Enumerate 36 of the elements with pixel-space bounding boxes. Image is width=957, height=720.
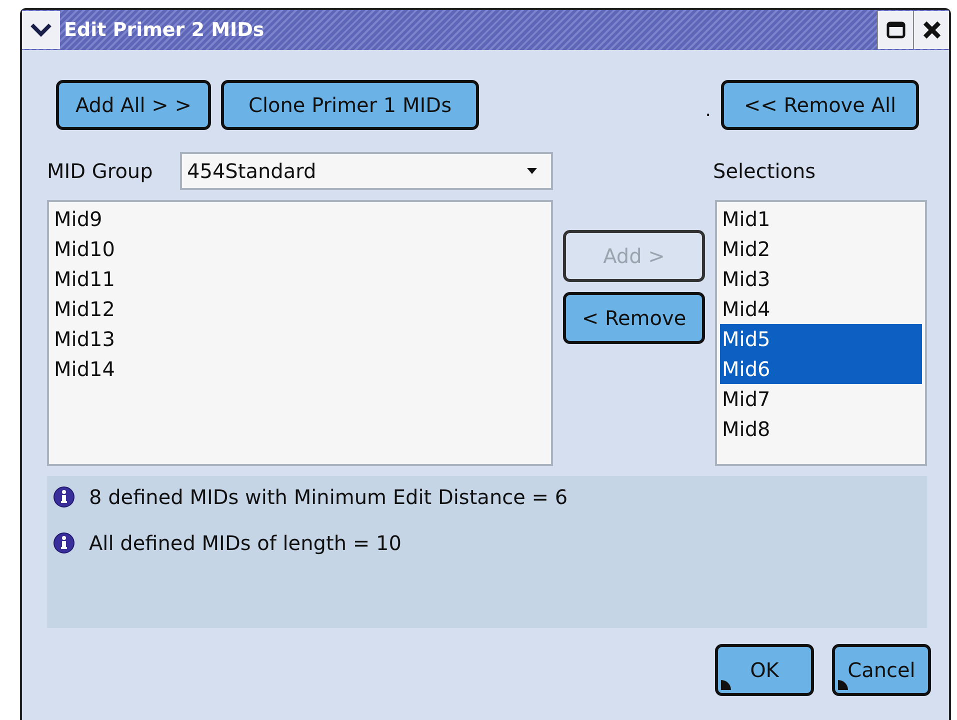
list-item[interactable]: Mid2 (720, 234, 922, 264)
close-button[interactable] (913, 11, 949, 49)
info-message: 8 defined MIDs with Minimum Edit Distance = 6 (89, 484, 568, 511)
close-icon (922, 20, 942, 40)
button[interactable]: << Remove All (721, 80, 919, 130)
button[interactable]: Clone Primer 1 MIDs (221, 80, 479, 130)
list-item[interactable]: Mid1 (720, 204, 922, 234)
maximize-button[interactable] (877, 11, 913, 49)
info-message: All defined MIDs of length = 10 (89, 530, 402, 557)
list-item[interactable]: Mid11 (52, 264, 548, 294)
info-icon (53, 486, 75, 508)
menu-button[interactable] (22, 11, 60, 49)
list-item[interactable]: Mid3 (720, 264, 922, 294)
list-item[interactable]: Mid6 (720, 354, 922, 384)
mid-group-label: MID Group (47, 158, 154, 185)
list-item[interactable]: Mid9 (52, 204, 548, 234)
info-icon (53, 532, 75, 554)
list-item[interactable]: Mid7 (720, 384, 922, 414)
mid-group-dropdown[interactable]: 454Standard (180, 152, 553, 190)
chevron-down-icon (30, 23, 52, 37)
list-item[interactable]: Mid8 (720, 414, 922, 444)
button[interactable]: Cancel (832, 644, 931, 696)
list-item[interactable]: Mid10 (52, 234, 548, 264)
button[interactable]: < Remove (563, 292, 705, 344)
window-title: Edit Primer 2 MIDs (64, 18, 264, 43)
list-item[interactable]: Mid4 (720, 294, 922, 324)
list-item[interactable]: Mid14 (52, 354, 548, 384)
button[interactable]: OK (715, 644, 814, 696)
list-item[interactable]: Mid5 (720, 324, 922, 354)
maximize-icon (886, 21, 906, 39)
dot-text: . (705, 98, 711, 122)
button[interactable]: Add All > > (56, 80, 211, 130)
dropdown-arrow-icon (526, 167, 538, 175)
selections-label: Selections (713, 158, 816, 185)
list-item[interactable]: Mid13 (52, 324, 548, 354)
list-item[interactable]: Mid12 (52, 294, 548, 324)
